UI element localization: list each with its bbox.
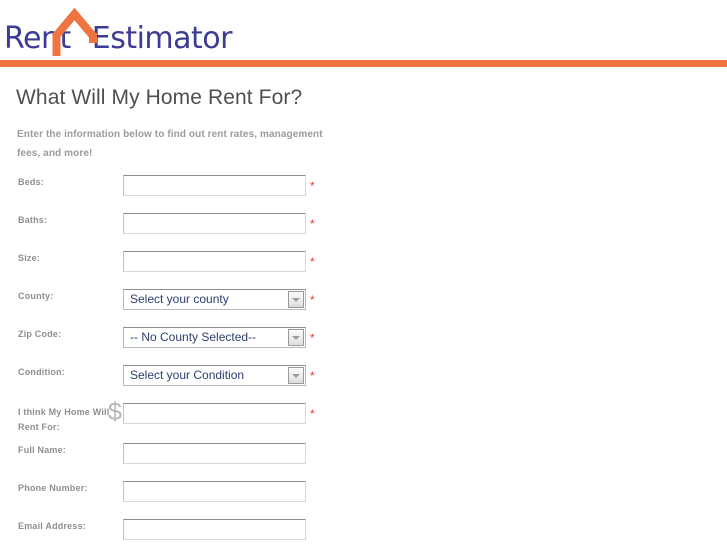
chevron-down-icon[interactable] [288, 367, 304, 384]
label-full-name: Full Name: [18, 445, 67, 455]
label-phone: Phone Number: [18, 483, 88, 493]
main-content: What Will My Home Rent For? Enter the in… [0, 60, 727, 557]
label-baths: Baths: [18, 215, 48, 225]
page-subtitle: Enter the information below to find out … [17, 129, 323, 159]
label-email: Email Address: [18, 521, 86, 531]
condition-select[interactable]: Select your Condition [123, 365, 306, 386]
zip-code-select[interactable]: -- No County Selected-- [123, 327, 306, 348]
control-size [123, 251, 306, 272]
page-title: What Will My Home Rent For? [16, 86, 303, 109]
chevron-down-icon[interactable] [288, 329, 304, 346]
control-full-name [123, 443, 306, 464]
control-rent-guess [123, 403, 306, 424]
form-row-baths: Baths: * [0, 213, 727, 251]
email-input[interactable] [123, 519, 306, 540]
control-baths [123, 213, 306, 234]
beds-input[interactable] [123, 175, 306, 196]
label-rent-guess: I think My Home Will Rent For: [18, 407, 110, 432]
required-marker-baths: * [310, 217, 315, 231]
form-row-zip-code: Zip Code: -- No County Selected-- * [0, 327, 727, 365]
label-zip-code: Zip Code: [18, 329, 62, 339]
required-marker-condition: * [310, 369, 315, 383]
logo-word-estimator: Estimator [91, 21, 233, 56]
form-row-beds: Beds: * [0, 175, 727, 213]
site-header: Rent Estimator [0, 0, 727, 67]
rent-estimate-form: Beds: * Baths: * Size: * County: Select … [0, 175, 727, 557]
phone-input[interactable] [123, 481, 306, 502]
chevron-down-icon[interactable] [288, 291, 304, 308]
form-row-full-name: Full Name: [0, 443, 727, 481]
size-input[interactable] [123, 251, 306, 272]
control-phone [123, 481, 306, 502]
site-logo[interactable]: Rent Estimator [4, 2, 232, 58]
condition-select-value: Select your Condition [130, 368, 245, 382]
form-row-rent-guess: I think My Home Will Rent For: $ * [0, 398, 727, 443]
control-email [123, 519, 306, 540]
form-row-size: Size: * [0, 251, 727, 289]
baths-input[interactable] [123, 213, 306, 234]
form-row-email: Email Address: [0, 519, 727, 557]
logo-wordmark: Rent Estimator [4, 21, 232, 56]
label-size: Size: [18, 253, 41, 263]
control-zip-code: -- No County Selected-- [123, 327, 306, 348]
required-marker-county: * [310, 293, 315, 307]
county-select-value: Select your county [130, 292, 229, 306]
label-beds: Beds: [18, 177, 45, 187]
full-name-input[interactable] [123, 443, 306, 464]
required-marker-zip-code: * [310, 331, 315, 345]
control-beds [123, 175, 306, 196]
required-marker-size: * [310, 255, 315, 269]
form-row-county: County: Select your county * [0, 289, 727, 327]
house-roof-icon [52, 7, 97, 56]
control-county: Select your county [123, 289, 306, 310]
county-select[interactable]: Select your county [123, 289, 306, 310]
currency-symbol: $ [108, 398, 122, 426]
rent-guess-input[interactable] [123, 403, 306, 424]
required-marker-rent-guess: * [310, 407, 315, 421]
required-marker-beds: * [310, 179, 315, 193]
form-row-phone: Phone Number: [0, 481, 727, 519]
control-condition: Select your Condition [123, 365, 306, 386]
zip-code-select-value: -- No County Selected-- [130, 330, 257, 344]
label-condition: Condition: [18, 367, 65, 377]
label-county: County: [18, 291, 54, 301]
